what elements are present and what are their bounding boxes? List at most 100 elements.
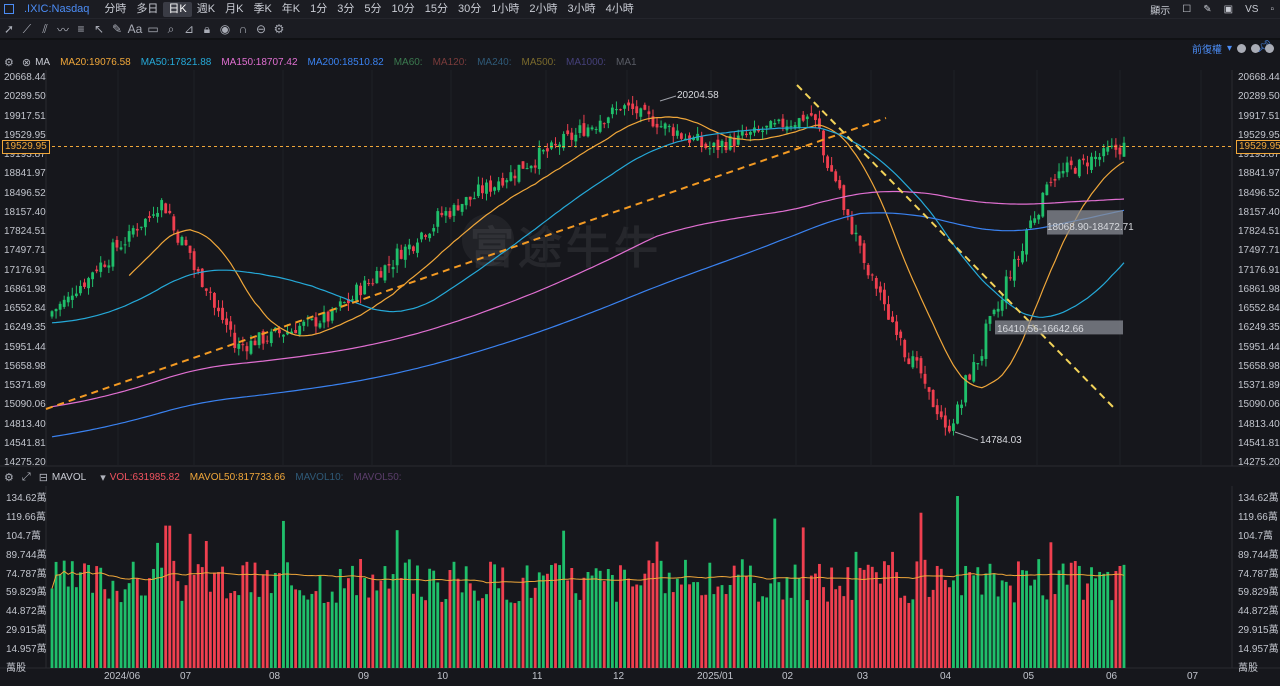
checkbox-icon[interactable]: ☐	[1182, 4, 1191, 15]
volume-tick: 134.62萬	[6, 493, 47, 504]
candle-body	[241, 344, 245, 346]
zoom-in-icon[interactable]	[1265, 44, 1274, 53]
line-tool-icon[interactable]: ⟋	[18, 22, 36, 37]
tab-timeframe[interactable]: 季K	[248, 2, 276, 17]
candle-body	[375, 271, 379, 284]
tab-timeframe[interactable]: 10分	[387, 2, 420, 17]
tab-timeframe[interactable]: 1小時	[486, 2, 524, 17]
search-icon[interactable]: ⌕	[162, 22, 180, 37]
cursor-icon[interactable]: ➚	[0, 22, 18, 36]
tab-timeframe[interactable]: 3分	[332, 2, 359, 17]
delete-icon[interactable]: ⊖	[252, 22, 270, 36]
channel-tool-icon[interactable]: ⫽	[36, 22, 54, 37]
wave-tool-icon[interactable]: 〰	[54, 21, 72, 38]
adjust-mode[interactable]: 前復權	[1192, 41, 1222, 56]
collapse-icon[interactable]: ⊟	[39, 471, 48, 484]
volume-bar	[895, 572, 899, 668]
candle-body	[562, 133, 566, 149]
candle-body	[606, 117, 610, 124]
magnet-icon[interactable]: ∩	[234, 22, 252, 36]
candle-body	[931, 389, 935, 408]
display-menu[interactable]: 顯示	[1150, 2, 1170, 17]
tab-timeframe[interactable]: 5分	[359, 2, 386, 17]
tab-timeframe[interactable]: 日K	[163, 1, 192, 17]
candle-body	[273, 327, 277, 332]
candle-body	[444, 211, 448, 216]
tab-timeframe[interactable]: 月K	[220, 2, 248, 17]
settings-icon[interactable]: ⚙	[270, 22, 288, 36]
tab-timeframe[interactable]: 4小時	[601, 2, 639, 17]
candle-body	[773, 122, 777, 125]
tab-timeframe[interactable]: 2小時	[524, 2, 562, 17]
candle-body	[432, 228, 436, 232]
candle-body	[911, 356, 915, 368]
volume-bar	[383, 566, 387, 668]
volume-bar	[119, 602, 123, 668]
volume-bar	[659, 560, 663, 668]
candle-body	[781, 118, 785, 128]
candle-body	[1045, 184, 1049, 196]
comment-tool-icon[interactable]: ▭	[144, 22, 162, 36]
month-label: 2025/01	[697, 671, 734, 682]
volume-bar	[1069, 562, 1073, 668]
minimize-icon[interactable]	[1237, 44, 1246, 53]
volume-bar	[456, 578, 460, 668]
volume-bar	[765, 597, 769, 668]
vs-button[interactable]: VS	[1245, 4, 1258, 15]
gear-icon[interactable]: ⚙	[4, 471, 14, 484]
candle-body	[866, 264, 870, 276]
volume-bar	[213, 572, 216, 668]
expand-icon[interactable]: ⤢	[22, 471, 31, 484]
arrow-tool-icon[interactable]: ↖	[90, 22, 108, 36]
text-tool-icon[interactable]: Aa	[126, 22, 144, 36]
tab-timeframe[interactable]: 30分	[453, 2, 486, 17]
volume-bar	[188, 533, 192, 668]
price-tick: 15090.06	[4, 399, 46, 411]
volume-bar	[562, 530, 566, 668]
gear-icon[interactable]: ⚙	[4, 56, 14, 69]
ticker-label[interactable]: .IXIC:Nasdaq	[24, 3, 89, 15]
close-icon[interactable]: ⊗	[22, 56, 31, 69]
candle-body	[919, 358, 923, 374]
tab-timeframe[interactable]: 分時	[99, 2, 131, 17]
eye-icon[interactable]: ◉	[216, 22, 234, 36]
volume-tick: 29.915萬	[6, 625, 47, 637]
zoom-out-icon[interactable]	[1251, 44, 1260, 53]
volume-bar	[464, 566, 468, 668]
candle-body	[1025, 229, 1028, 255]
volume-indicator-row: ⚙ ⤢ ⊟ MAVOL ▾ VOL:631985.82 MAVOL50:81773…	[0, 469, 412, 485]
ruler-icon[interactable]: ⊿	[180, 22, 198, 36]
layout-icon[interactable]: ▣	[1224, 4, 1233, 15]
fib-tool-icon[interactable]: ≡	[72, 22, 90, 36]
candle-body	[1037, 215, 1041, 220]
volume-bar	[115, 590, 119, 668]
candle-body	[688, 135, 691, 143]
tab-timeframe[interactable]: 年K	[277, 2, 305, 17]
tab-timeframe[interactable]: 15分	[420, 2, 453, 17]
volume-tick: 119.66萬	[1238, 511, 1278, 523]
tab-timeframe[interactable]: 週K	[192, 2, 220, 17]
volume-bar	[489, 561, 492, 668]
more-icon[interactable]: ▫	[1270, 4, 1274, 15]
adjust-dropdown-icon[interactable]: ▾	[1227, 43, 1232, 54]
lock-icon[interactable]: 🔒︎	[198, 22, 216, 37]
tab-timeframe[interactable]: 1分	[305, 2, 332, 17]
ma-settings[interactable]: MA	[35, 57, 50, 68]
brush-tool-icon[interactable]: ✎	[108, 22, 126, 36]
volume-bar	[960, 595, 963, 668]
candle-body	[1077, 159, 1081, 177]
volume-bar	[200, 567, 204, 668]
volume-bar	[1012, 602, 1016, 668]
pen-icon[interactable]: ✎	[1203, 4, 1211, 15]
volume-bar	[237, 595, 241, 668]
candle-body	[407, 244, 411, 250]
tab-timeframe[interactable]: 3小時	[563, 2, 601, 17]
volume-dropdown-icon[interactable]: ▾	[100, 471, 106, 484]
tab-timeframe[interactable]: 多日	[131, 2, 163, 17]
candle-body	[148, 216, 151, 218]
candle-body	[740, 131, 744, 136]
volume-bar	[655, 541, 659, 668]
volume-bar	[95, 566, 99, 668]
candle-body	[50, 311, 54, 317]
volume-settings[interactable]: MAVOL	[52, 472, 86, 483]
